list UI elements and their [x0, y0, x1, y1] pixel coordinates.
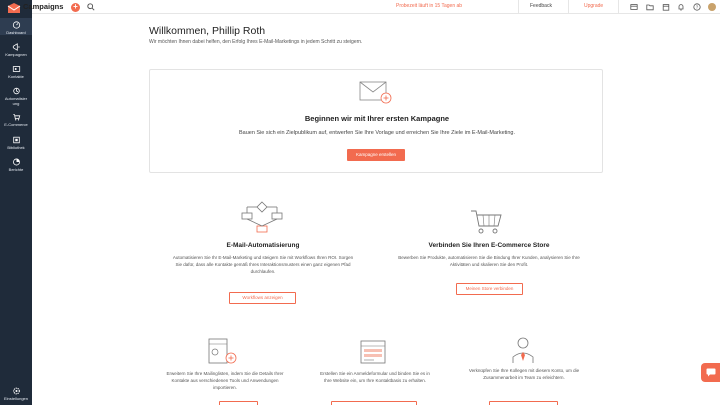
megaphone-icon: [12, 43, 20, 51]
chat-bubble-icon: [706, 368, 716, 377]
reports-icon: [12, 158, 20, 166]
import-contacts-text: Erweitern Sie Ihre Mailinglisten, indem …: [150, 370, 300, 391]
feature-desc-line: Kontakte aus verschiedenen Tools und Anw…: [171, 378, 279, 383]
sidebar-item-label: E-Commerce: [4, 122, 28, 127]
divider: [518, 0, 519, 14]
feature-desc-line: Sie dafür, dass alle Kontakte gemäß Ihre…: [175, 262, 351, 267]
invite-team-button[interactable]: [489, 401, 558, 405]
avatar[interactable]: [708, 3, 716, 11]
card-description: Bauen Sie sich ein Zielpublikum auf, ent…: [238, 130, 516, 136]
sidebar-item-einstellungen[interactable]: Einstellungen: [0, 387, 32, 401]
team-member-icon: [512, 337, 534, 363]
page-subtitle: Wir möchten Ihnen dabei helfen, den Erfo…: [149, 39, 363, 45]
invite-team-text: Verknüpfen Sie Ihre Kollegen mit diesem …: [451, 367, 597, 381]
view-workflows-button[interactable]: Workflows anzeigen: [229, 292, 296, 304]
chat-button[interactable]: [701, 363, 720, 382]
calendar-icon[interactable]: [662, 3, 670, 11]
bell-icon[interactable]: [677, 3, 685, 11]
feature-desc-line: Erweitern Sie Ihre Mailinglisten, indem …: [166, 371, 284, 376]
feature-desc-line: durchlaufen.: [250, 269, 276, 274]
sidebar-item-e-commerce[interactable]: E-Commerce: [0, 113, 32, 127]
library-icon: [12, 136, 20, 144]
sidebar-item-label: Kampagnen: [5, 52, 27, 57]
feature-desc-line: Automatisieren Sie Ihr E-Mail-Marketing …: [172, 255, 354, 260]
feature-desc-line: Verknüpfen Sie Ihre Kollegen mit diesem …: [468, 368, 580, 373]
divider: [618, 0, 619, 14]
trial-notice-link[interactable]: Probezeit läuft in 15 Tagen ab: [396, 3, 462, 9]
feature-automation: E-Mail-Automatisierung Automatisieren Si…: [150, 242, 376, 275]
create-form-button[interactable]: [331, 401, 417, 405]
feature-desc-line: Aktivitäten und skalieren Sie den Profit…: [449, 262, 529, 267]
shopping-cart-icon: [471, 210, 502, 234]
feature-desc-line: importieren.: [213, 385, 237, 390]
create-new-button[interactable]: +: [71, 3, 80, 12]
feature-ecommerce: Verbinden Sie Ihren E-Commerce Store Bew…: [376, 242, 602, 268]
feature-desc-line: Ihre Website ein, um Ihre Kontaktbasis z…: [324, 378, 426, 383]
gear-icon: [12, 387, 20, 395]
sidebar-item-label: Berichte: [8, 167, 24, 172]
feature-title: Verbinden Sie Ihren E-Commerce Store: [428, 242, 550, 249]
import-contacts-button[interactable]: [219, 401, 258, 405]
card-title: Beginnen wir mit Ihrer ersten Kampagne: [304, 114, 450, 123]
topbar: Campaigns + Probezeit läuft in 15 Tagen …: [23, 0, 720, 14]
feature-description: Bewerben Sie Produkte, automatisieren Si…: [376, 254, 602, 268]
connect-store-button[interactable]: Meinen Store verbinden: [456, 283, 523, 295]
sidebar-item-label: Kontakte: [8, 74, 24, 79]
sidebar-item-label: Dashboard: [6, 30, 26, 35]
folder-icon[interactable]: [646, 3, 654, 11]
sidebar-item-label: Bibliothek: [7, 145, 25, 150]
envelope-icon: [359, 81, 392, 104]
sidebar-item-kontakte[interactable]: Kontakte: [0, 65, 32, 79]
automation-icon: [12, 87, 20, 95]
dashboard-icon: [12, 21, 20, 29]
feature-desc-line: Bewerben Sie Produkte, automatisieren Si…: [398, 255, 580, 260]
app: Dashboard Kampagnen Kontakte Automatisie…: [0, 0, 720, 405]
signup-form-text: Erstellen Sie ein Anmeldeformular und bi…: [300, 370, 450, 384]
sidebar-item-label: Automatisier ung: [4, 96, 28, 106]
first-campaign-card: Beginnen wir mit Ihrer ersten Kampagne B…: [149, 69, 603, 173]
divider: [568, 0, 569, 14]
feature-desc-line: Zusammenarbeit im Team zu erleichtern.: [483, 375, 565, 380]
feature-desc-line: Erstellen Sie ein Anmeldeformular und bi…: [320, 371, 430, 376]
page-title: Willkommen, Phillip Roth: [149, 25, 266, 37]
app-title: Campaigns: [23, 2, 64, 11]
svg-text:?: ?: [696, 5, 699, 10]
sidebar-item-label: Einstellungen: [3, 396, 29, 401]
sidebar-item-berichte[interactable]: Berichte: [0, 158, 32, 172]
help-icon[interactable]: ?: [693, 3, 701, 11]
feedback-link[interactable]: Feedback: [530, 3, 552, 9]
feature-description: Automatisieren Sie Ihr E-Mail-Marketing …: [150, 254, 376, 275]
sidebar-item-kampagnen[interactable]: Kampagnen: [0, 43, 32, 57]
upgrade-link[interactable]: Upgrade: [584, 3, 603, 9]
sidebar-item-automatisierung[interactable]: Automatisier ung: [0, 87, 32, 106]
sidebar-item-dashboard[interactable]: Dashboard: [0, 18, 32, 35]
signup-form-icon: [360, 340, 386, 364]
sidebar: Dashboard Kampagnen Kontakte Automatisie…: [0, 0, 32, 405]
campaigns-logo-icon[interactable]: [7, 3, 21, 14]
apps-grid-icon[interactable]: [630, 3, 638, 11]
search-icon[interactable]: [87, 3, 95, 11]
sidebar-item-bibliothek[interactable]: Bibliothek: [0, 136, 32, 150]
workflow-diagram-icon: [241, 201, 283, 233]
cart-icon: [12, 114, 20, 121]
feature-title: E-Mail-Automatisierung: [226, 242, 300, 249]
create-campaign-button[interactable]: Kampagne erstellen: [347, 149, 405, 161]
contacts-icon: [12, 66, 20, 72]
contact-import-icon: [208, 338, 237, 364]
